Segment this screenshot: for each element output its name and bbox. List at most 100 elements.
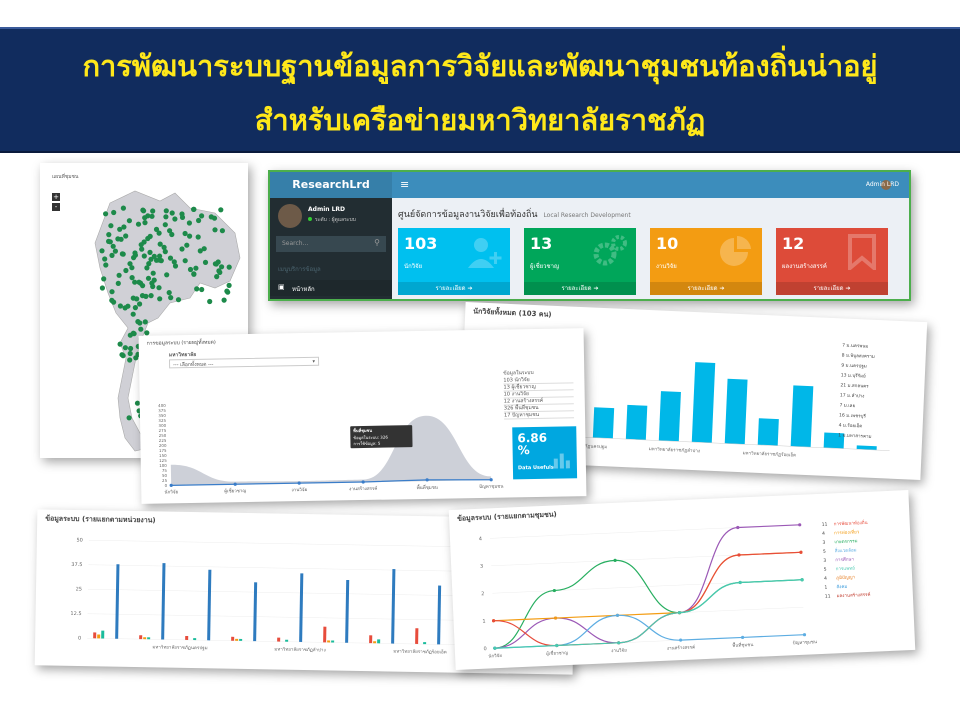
map-marker[interactable] bbox=[168, 295, 174, 301]
map-marker[interactable] bbox=[191, 271, 197, 277]
map-marker[interactable] bbox=[187, 266, 194, 273]
more-info-link[interactable]: รายละเอียด ➔ bbox=[776, 282, 888, 295]
map-marker[interactable] bbox=[127, 350, 133, 357]
map-marker[interactable] bbox=[117, 341, 123, 347]
map-marker[interactable] bbox=[184, 242, 190, 248]
search-input[interactable]: Search... bbox=[282, 240, 308, 247]
map-marker[interactable] bbox=[109, 297, 115, 303]
map-marker[interactable] bbox=[128, 345, 134, 352]
map-marker[interactable] bbox=[101, 276, 107, 282]
map-marker[interactable] bbox=[142, 220, 148, 226]
map-marker[interactable] bbox=[156, 285, 162, 291]
map-marker[interactable] bbox=[163, 208, 169, 214]
map-marker[interactable] bbox=[142, 319, 148, 325]
search-icon[interactable]: ⚲ bbox=[374, 238, 380, 247]
line-chart[interactable]: 0 1 2 3 4 นักวิจัย ผู้เชี่ยวชาญ งานวิจัย งานสร้า… bbox=[449, 490, 916, 670]
map-marker[interactable] bbox=[119, 352, 125, 358]
map-marker[interactable] bbox=[103, 262, 109, 268]
map-marker[interactable] bbox=[99, 248, 105, 254]
map-marker[interactable] bbox=[132, 279, 138, 285]
map-marker[interactable] bbox=[217, 269, 223, 275]
map-marker[interactable] bbox=[157, 296, 163, 302]
user-menu-name[interactable]: Admin LRD bbox=[866, 172, 899, 198]
map-marker[interactable] bbox=[218, 207, 224, 213]
map-marker[interactable] bbox=[108, 223, 114, 229]
map-marker[interactable] bbox=[102, 256, 108, 262]
map-marker[interactable] bbox=[182, 258, 188, 264]
sidebar-search[interactable]: Search... ⚲ bbox=[276, 236, 386, 252]
map-marker[interactable] bbox=[135, 221, 142, 227]
map-marker[interactable] bbox=[201, 246, 207, 252]
map-marker[interactable] bbox=[151, 253, 157, 259]
map-marker[interactable] bbox=[179, 211, 185, 217]
map-marker[interactable] bbox=[157, 257, 163, 263]
map-marker[interactable] bbox=[164, 272, 170, 278]
map-marker[interactable] bbox=[157, 241, 163, 247]
map-marker[interactable] bbox=[127, 261, 133, 267]
map-marker[interactable] bbox=[191, 206, 197, 212]
map-marker[interactable] bbox=[118, 236, 124, 242]
map-marker[interactable] bbox=[144, 330, 150, 336]
map-marker[interactable] bbox=[162, 222, 168, 228]
map-marker[interactable] bbox=[215, 259, 221, 265]
map-marker[interactable] bbox=[119, 251, 125, 257]
map-marker[interactable] bbox=[120, 205, 126, 211]
map-marker[interactable] bbox=[193, 265, 199, 271]
map-marker[interactable] bbox=[169, 210, 175, 216]
map-marker[interactable] bbox=[150, 270, 156, 276]
map-marker[interactable] bbox=[142, 215, 148, 221]
map-marker[interactable] bbox=[150, 208, 156, 214]
map-marker[interactable] bbox=[127, 357, 133, 363]
map-marker[interactable] bbox=[186, 220, 192, 226]
map-marker[interactable] bbox=[214, 274, 220, 280]
map-marker[interactable] bbox=[116, 272, 122, 278]
map-marker[interactable] bbox=[144, 265, 150, 271]
map-marker[interactable] bbox=[149, 280, 155, 286]
map-marker[interactable] bbox=[139, 293, 146, 299]
map-marker[interactable] bbox=[226, 264, 232, 270]
map-marker[interactable] bbox=[103, 211, 109, 217]
map-marker[interactable] bbox=[219, 228, 225, 234]
map-marker[interactable] bbox=[137, 301, 143, 307]
more-info-link[interactable]: รายละเอียด ➔ bbox=[650, 282, 762, 295]
menu-toggle-icon[interactable]: ≡ bbox=[400, 172, 409, 198]
map-marker[interactable] bbox=[145, 275, 152, 281]
map-marker[interactable] bbox=[208, 214, 214, 220]
map-marker[interactable] bbox=[141, 253, 147, 259]
map-marker[interactable] bbox=[121, 224, 127, 230]
map-marker[interactable] bbox=[194, 286, 200, 292]
map-marker[interactable] bbox=[179, 246, 185, 252]
map-marker[interactable] bbox=[224, 288, 230, 294]
map-marker[interactable] bbox=[135, 319, 141, 325]
map-marker[interactable] bbox=[106, 238, 112, 244]
map-marker[interactable] bbox=[130, 311, 136, 317]
map-marker[interactable] bbox=[166, 290, 172, 296]
map-marker[interactable] bbox=[199, 286, 205, 293]
map-marker[interactable] bbox=[126, 415, 132, 421]
brand-logo[interactable]: ResearchLrd bbox=[270, 172, 392, 198]
map-marker[interactable] bbox=[196, 217, 202, 224]
map-marker[interactable] bbox=[109, 252, 115, 258]
map-marker[interactable] bbox=[112, 248, 118, 254]
map-marker[interactable] bbox=[162, 249, 168, 255]
map-marker[interactable] bbox=[163, 214, 169, 220]
map-marker[interactable] bbox=[111, 209, 117, 216]
map-marker[interactable] bbox=[127, 332, 133, 338]
map-marker[interactable] bbox=[226, 282, 232, 288]
map-marker[interactable] bbox=[167, 228, 173, 234]
map-marker[interactable] bbox=[212, 227, 218, 233]
map-marker[interactable] bbox=[109, 289, 115, 295]
map-marker[interactable] bbox=[147, 249, 153, 255]
map-marker[interactable] bbox=[138, 326, 144, 332]
map-marker[interactable] bbox=[132, 305, 138, 311]
map-marker[interactable] bbox=[172, 263, 179, 269]
sidebar-item-home[interactable]: ▣ หน้าหลัก bbox=[270, 280, 392, 296]
map-marker[interactable] bbox=[199, 213, 205, 219]
map-marker[interactable] bbox=[129, 275, 135, 281]
map-marker[interactable] bbox=[167, 255, 174, 261]
map-marker[interactable] bbox=[138, 242, 144, 248]
map-marker[interactable] bbox=[99, 285, 105, 291]
map-marker[interactable] bbox=[106, 232, 112, 238]
map-marker[interactable] bbox=[195, 234, 201, 240]
map-marker[interactable] bbox=[117, 303, 123, 309]
